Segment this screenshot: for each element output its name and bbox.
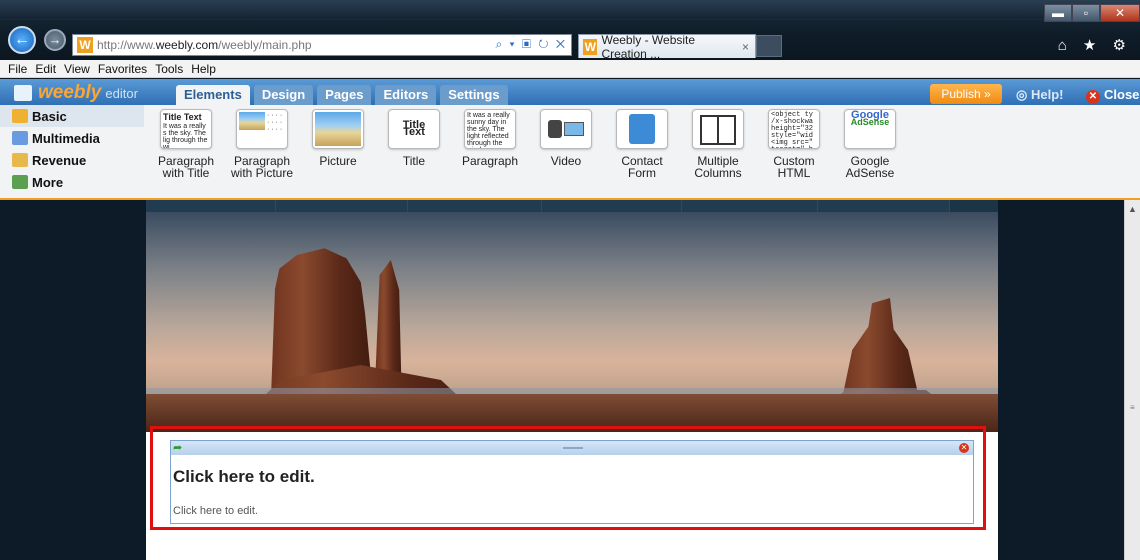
columns-icon bbox=[692, 109, 744, 149]
block-body[interactable]: Click here to edit. bbox=[173, 505, 258, 517]
browser-tab[interactable]: W Weebly - Website Creation ... × bbox=[578, 32, 756, 61]
video-camera-icon bbox=[540, 109, 592, 149]
browser-titlebar: ▬ ▫ ✕ ← → W http://www.weebly.com/weebly… bbox=[0, 0, 1140, 61]
element-contact-form[interactable]: Contact Form bbox=[604, 109, 680, 179]
logo-sub: editor bbox=[105, 85, 138, 101]
menu-edit[interactable]: Edit bbox=[35, 62, 56, 76]
window-close-button[interactable]: ✕ bbox=[1100, 4, 1140, 22]
tab-pages[interactable]: Pages bbox=[317, 85, 372, 105]
paragraph-with-picture-thumb: · · · · · · · · · · · · bbox=[236, 109, 288, 149]
forward-button[interactable]: → bbox=[44, 29, 66, 51]
menu-bar: File Edit View Favorites Tools Help bbox=[0, 60, 1140, 78]
help-label: Help! bbox=[1030, 87, 1064, 102]
tab-settings[interactable]: Settings bbox=[440, 85, 508, 105]
delete-block-icon[interactable]: ✕ bbox=[959, 443, 969, 453]
back-button[interactable]: ← bbox=[8, 26, 36, 54]
picture-thumb-icon bbox=[312, 109, 364, 149]
weebly-logo: weebly editor bbox=[14, 82, 138, 104]
weebly-favicon-icon: W bbox=[77, 37, 93, 53]
header-image[interactable] bbox=[146, 212, 998, 432]
menu-file[interactable]: File bbox=[8, 62, 27, 76]
contact-form-icon bbox=[616, 109, 668, 149]
element-palette: Title Text It was a really s the sky. Th… bbox=[148, 109, 908, 179]
new-tab-button[interactable] bbox=[756, 35, 782, 57]
close-icon: ✕ bbox=[1086, 90, 1100, 104]
address-bar[interactable]: W http://www.weebly.com/weebly/main.php … bbox=[72, 34, 572, 56]
maximize-button[interactable]: ▫ bbox=[1072, 4, 1100, 22]
element-video[interactable]: Video bbox=[528, 109, 604, 179]
scroll-up-arrow-icon[interactable]: ▲ bbox=[1128, 204, 1137, 214]
editor-tabs: Elements Design Pages Editors Settings bbox=[176, 85, 512, 105]
weebly-editor: weebly editor Elements Design Pages Edit… bbox=[0, 79, 1140, 200]
move-arrow-icon[interactable]: ➦ bbox=[173, 441, 182, 455]
category-multimedia[interactable]: Multimedia bbox=[0, 127, 144, 149]
weebly-logo-icon bbox=[14, 85, 32, 101]
editor-header: weebly editor Elements Design Pages Edit… bbox=[0, 79, 1140, 105]
close-label: Close bbox=[1104, 87, 1140, 102]
element-custom-html[interactable]: <object ty /x-shockwa height="32 style="… bbox=[756, 109, 832, 179]
drag-grip-icon[interactable] bbox=[563, 447, 583, 449]
element-categories: Basic Multimedia Revenue More bbox=[0, 105, 144, 199]
more-icon bbox=[12, 175, 28, 189]
publish-button[interactable]: Publish » bbox=[930, 84, 1002, 104]
paragraph-thumb: It was a really sunny day in the sky. Th… bbox=[464, 109, 516, 149]
tab-elements[interactable]: Elements bbox=[176, 85, 250, 105]
category-revenue[interactable]: Revenue bbox=[0, 149, 144, 171]
element-google-adsense[interactable]: Google AdSense Google AdSense bbox=[832, 109, 908, 179]
minimize-button[interactable]: ▬ bbox=[1044, 4, 1072, 22]
editor-close-button[interactable]: ✕ Close bbox=[1086, 87, 1139, 104]
block-title[interactable]: Click here to edit. bbox=[173, 467, 315, 487]
revenue-icon bbox=[12, 153, 28, 167]
basic-icon bbox=[12, 109, 28, 123]
element-paragraph[interactable]: It was a really sunny day in the sky. Th… bbox=[452, 109, 528, 179]
scroll-grip-icon[interactable]: ≡ bbox=[1130, 403, 1135, 412]
url-text: http://www.weebly.com/weebly/main.php bbox=[97, 38, 312, 52]
home-favorites-tools-icons[interactable]: ⌂ ★ ⚙ bbox=[1058, 36, 1132, 54]
tab-editors[interactable]: Editors bbox=[375, 85, 437, 105]
block-toolbar: ➦ ✕ bbox=[171, 441, 973, 455]
custom-html-thumb: <object ty /x-shockwa height="32 style="… bbox=[768, 109, 820, 149]
menu-help[interactable]: Help bbox=[191, 62, 216, 76]
help-button[interactable]: ◎ Help! bbox=[1016, 87, 1063, 103]
multimedia-icon bbox=[12, 131, 28, 145]
adsense-logo-icon: Google AdSense bbox=[844, 109, 896, 149]
site-nav-strip bbox=[146, 200, 998, 212]
category-more[interactable]: More bbox=[0, 171, 144, 193]
paragraph-with-title-block[interactable]: ➦ ✕ Click here to edit. Click here to ed… bbox=[170, 440, 974, 524]
tab-title: Weebly - Website Creation ... bbox=[601, 32, 696, 61]
element-paragraph-with-picture[interactable]: · · · · · · · · · · · · Paragraph with Pi… bbox=[224, 109, 300, 179]
search-refresh-stop-icons[interactable]: ⌕ ▾ ▣ ↻ ✕ bbox=[496, 37, 568, 52]
element-multiple-columns[interactable]: Multiple Columns bbox=[680, 109, 756, 179]
element-picture[interactable]: Picture bbox=[300, 109, 376, 179]
category-basic[interactable]: Basic bbox=[0, 105, 144, 127]
title-thumb: Title Text bbox=[388, 109, 440, 149]
window-controls: ▬ ▫ ✕ bbox=[1044, 4, 1140, 22]
tab-design[interactable]: Design bbox=[253, 85, 314, 105]
window-top-band bbox=[0, 0, 1140, 20]
tab-close-icon[interactable]: × bbox=[742, 40, 749, 54]
menu-view[interactable]: View bbox=[64, 62, 90, 76]
page-scrollbar[interactable]: ▲ ≡ bbox=[1124, 200, 1140, 560]
paragraph-with-title-thumb: Title Text It was a really s the sky. Th… bbox=[160, 109, 212, 149]
menu-favorites[interactable]: Favorites bbox=[98, 62, 147, 76]
element-title[interactable]: Title Text Title bbox=[376, 109, 452, 179]
tab-favicon-icon: W bbox=[583, 38, 598, 55]
logo-brand: weebly bbox=[38, 82, 102, 103]
element-paragraph-with-title[interactable]: Title Text It was a really s the sky. Th… bbox=[148, 109, 224, 179]
menu-tools[interactable]: Tools bbox=[155, 62, 183, 76]
